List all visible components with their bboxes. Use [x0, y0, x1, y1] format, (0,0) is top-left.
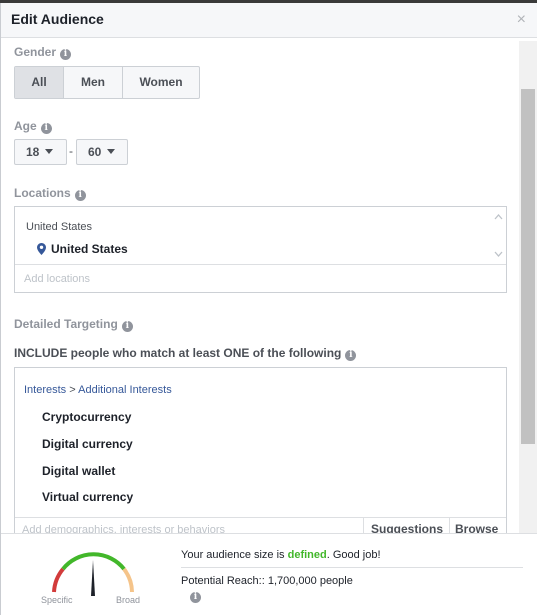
gauge-defined-segment: [61, 552, 126, 571]
locations-box: United States United States Add location…: [14, 206, 507, 293]
info-icon[interactable]: i: [190, 592, 201, 603]
audience-status-value: defined: [287, 549, 327, 561]
interests-breadcrumb: Interests > Additional Interests: [24, 384, 172, 396]
age-max-value: 60: [88, 145, 102, 159]
gender-all-button[interactable]: All: [15, 67, 64, 98]
breadcrumb-separator: >: [69, 384, 76, 396]
info-icon[interactable]: i: [60, 49, 72, 60]
gender-label: Gender i: [14, 45, 72, 60]
breadcrumb-interests[interactable]: Interests: [24, 384, 66, 396]
gender-women-button[interactable]: Women: [123, 67, 199, 98]
caret-down-icon: [107, 149, 116, 154]
info-icon[interactable]: i: [40, 123, 52, 134]
add-targeting-row: Add demographics, interests or behaviors…: [15, 517, 506, 533]
footer-divider: [181, 567, 523, 568]
age-max-dropdown[interactable]: 60: [76, 139, 128, 165]
locations-scrollbar[interactable]: [491, 207, 506, 264]
gauge-specific-segment: [52, 567, 65, 593]
info-icon[interactable]: i: [345, 350, 357, 361]
age-label: Age i: [14, 119, 52, 134]
location-country-header: United States: [26, 221, 93, 233]
info-icon[interactable]: i: [74, 190, 86, 201]
divider: [363, 518, 364, 533]
interest-item[interactable]: Virtual currency: [42, 490, 133, 504]
selected-location[interactable]: United States: [51, 242, 128, 256]
gauge-needle: [91, 560, 95, 596]
locations-divider: [15, 264, 506, 265]
potential-reach: Potential Reach:: 1,700,000 people: [181, 575, 353, 587]
gauge-broad-segment: [122, 567, 134, 593]
audience-status: Your audience size is defined. Good job!: [181, 549, 381, 561]
gauge-specific-label: Specific: [41, 595, 73, 605]
locations-label: Locations i: [14, 186, 86, 201]
breadcrumb-additional-interests[interactable]: Additional Interests: [78, 384, 172, 396]
edit-audience-dialog: Edit Audience × Gender i All Men Women Ag…: [0, 3, 537, 616]
interest-item[interactable]: Digital currency: [42, 437, 133, 451]
dialog-title: Edit Audience: [11, 11, 104, 27]
interest-item[interactable]: Cryptocurrency: [42, 410, 131, 424]
scroll-up-icon: [494, 214, 503, 220]
divider: [449, 518, 450, 533]
dialog-header: Edit Audience ×: [1, 3, 537, 38]
gender-men-button[interactable]: Men: [64, 67, 123, 98]
interest-item[interactable]: Digital wallet: [42, 464, 115, 478]
location-pin-icon: [37, 243, 46, 255]
scrollbar-thumb[interactable]: [521, 89, 535, 444]
age-separator: -: [69, 144, 73, 158]
scroll-down-icon: [494, 251, 503, 257]
info-icon[interactable]: i: [121, 321, 133, 332]
caret-down-icon: [45, 149, 54, 154]
gender-selector: All Men Women: [14, 66, 200, 99]
age-min-dropdown[interactable]: 18: [14, 139, 67, 165]
detailed-targeting-label: Detailed Targeting i: [14, 317, 133, 332]
include-description: INCLUDE people who match at least ONE of…: [14, 346, 357, 361]
interests-box: Interests > Additional Interests Cryptoc…: [14, 367, 507, 534]
gauge-broad-label: Broad: [116, 595, 141, 605]
add-locations-input[interactable]: Add locations: [24, 273, 90, 285]
age-min-value: 18: [26, 145, 40, 159]
close-icon[interactable]: ×: [517, 11, 526, 29]
audience-size-panel: Specific Broad Your audience size is def…: [1, 533, 537, 616]
dialog-scrollbar[interactable]: [519, 41, 537, 533]
